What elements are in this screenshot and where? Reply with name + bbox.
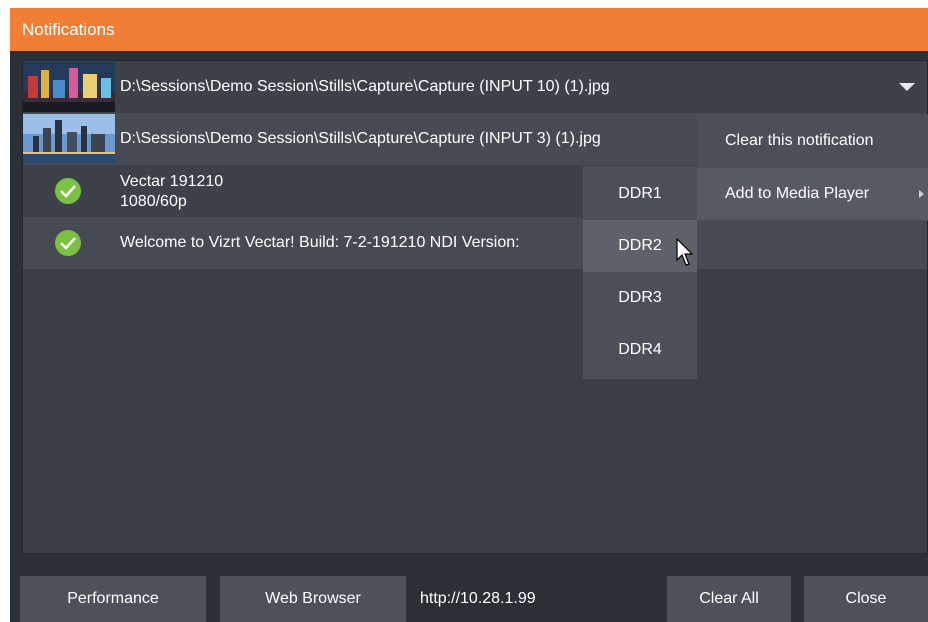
notification-text: D:\Sessions\Demo Session\Stills\Capture\… (120, 130, 601, 147)
submenu-item-ddr3[interactable]: DDR3 (583, 272, 697, 324)
notification-text: Vectar 191210 1080/60p (120, 172, 223, 212)
submenu-item-ddr1[interactable]: DDR1 (583, 168, 697, 220)
chevron-right-icon (919, 190, 924, 198)
window-title: Notifications (10, 8, 928, 51)
check-circle-icon (55, 178, 81, 204)
chevron-down-icon[interactable] (899, 83, 915, 91)
notification-item[interactable]: Welcome to Vizrt Vectar! Build: 7-2-1912… (23, 217, 927, 269)
notification-text: Welcome to Vizrt Vectar! Build: 7-2-1912… (120, 234, 520, 251)
footer-bar: Performance Web Browser http://10.28.1.9… (10, 561, 928, 622)
notification-title: Vectar 191210 (120, 173, 224, 190)
add-to-media-player-menu-item[interactable]: Add to Media Player (697, 168, 928, 220)
url-text[interactable]: http://10.28.1.99 (420, 576, 536, 622)
mouse-cursor-icon (676, 238, 694, 266)
check-circle-icon (55, 230, 81, 256)
thumbnail-image (23, 62, 115, 112)
thumbnail-image (23, 114, 115, 164)
context-menu: Clear this notification Add to Media Pla… (697, 114, 928, 221)
web-browser-button[interactable]: Web Browser (220, 576, 406, 622)
notifications-window: Notifications D:\Sessions\Demo Session\S… (10, 8, 928, 622)
notification-detail: 1080/60p (120, 193, 187, 210)
submenu-item-ddr4[interactable]: DDR4 (583, 324, 697, 376)
media-player-submenu: DDR1 DDR2 DDR3 DDR4 (583, 166, 697, 379)
clear-all-button[interactable]: Clear All (667, 576, 791, 622)
clear-notification-menu-item[interactable]: Clear this notification (697, 115, 928, 167)
close-button[interactable]: Close (804, 576, 928, 622)
notification-item[interactable]: D:\Sessions\Demo Session\Stills\Capture\… (23, 61, 927, 113)
menu-item-label: Add to Media Player (725, 185, 870, 202)
notification-text: D:\Sessions\Demo Session\Stills\Capture\… (120, 78, 610, 95)
performance-button[interactable]: Performance (20, 576, 206, 622)
